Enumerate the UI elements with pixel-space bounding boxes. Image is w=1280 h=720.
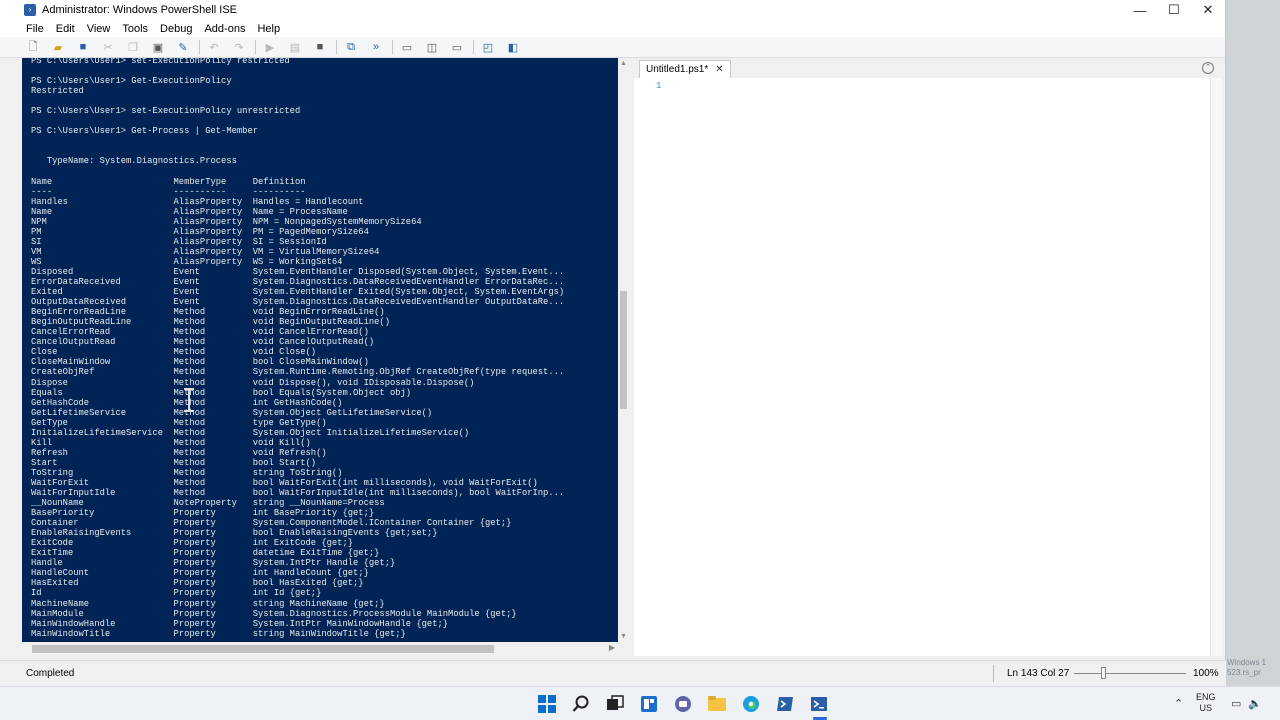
pane-top-icon[interactable]: ▭ xyxy=(398,39,416,55)
paste-icon[interactable]: ▣ xyxy=(149,39,167,55)
activation-watermark: Windows 1 523.rs_pr xyxy=(1227,658,1267,677)
console-horizontal-scrollbar[interactable]: ▶ xyxy=(22,642,618,656)
status-text: Completed xyxy=(26,668,75,679)
scroll-thumb[interactable] xyxy=(32,645,494,653)
open-icon[interactable]: ▰ xyxy=(49,39,67,55)
console-pane[interactable]: PS C:\Users\User1> set-ExecutionPolicy r… xyxy=(22,58,618,642)
menu-debug[interactable]: Debug xyxy=(154,23,198,35)
copy-icon[interactable]: ❐ xyxy=(124,39,142,55)
chat-icon[interactable] xyxy=(673,694,693,714)
powershell-icon[interactable]: » xyxy=(367,39,385,55)
scroll-right-icon[interactable]: ▶ xyxy=(609,643,615,652)
script-editor-pane[interactable]: Untitled1.ps1* ✕ ⌃ 1 xyxy=(634,58,1222,656)
toolbar: 🗋 ▰ ■ ✂ ❐ ▣ ✎ ↶ ↷ ▶ ▤ ■ ⧉ » ▭ ◫ ▭ ◰ ◧ xyxy=(0,37,1225,58)
maximize-button[interactable]: ☐ xyxy=(1157,0,1191,20)
console-vertical-scrollbar[interactable]: ▲ ▼ xyxy=(618,58,629,642)
minimize-button[interactable]: — xyxy=(1123,0,1157,20)
powershell-ise-icon[interactable] xyxy=(809,694,829,714)
scroll-up-icon[interactable]: ▲ xyxy=(620,60,627,67)
input-language[interactable]: ENG US xyxy=(1196,692,1216,714)
console-output[interactable]: PS C:\Users\User1> set-ExecutionPolicy r… xyxy=(31,58,564,639)
chevron-up-icon[interactable]: ⌃ xyxy=(1174,697,1183,710)
pane-max-icon[interactable]: ▭ xyxy=(448,39,466,55)
new-file-icon[interactable]: 🗋 xyxy=(24,39,42,55)
widgets-icon[interactable] xyxy=(639,694,659,714)
status-bar: Completed Ln 143 Col 27 100% xyxy=(0,660,1226,686)
run-icon[interactable]: ▶ xyxy=(261,39,279,55)
menu-edit[interactable]: Edit xyxy=(50,23,81,35)
undo-icon[interactable]: ↶ xyxy=(205,39,223,55)
menu-file[interactable]: File xyxy=(20,23,50,35)
menu-addons[interactable]: Add-ons xyxy=(198,23,251,35)
run-selection-icon[interactable]: ▤ xyxy=(286,39,304,55)
text-cursor-icon xyxy=(184,388,194,412)
redo-icon[interactable]: ↷ xyxy=(230,39,248,55)
line-number: 1 xyxy=(656,81,662,91)
edge-icon[interactable] xyxy=(741,694,761,714)
editor-tab-strip: Untitled1.ps1* ✕ ⌃ xyxy=(634,58,1222,78)
search-icon[interactable] xyxy=(571,694,591,714)
stop-icon[interactable]: ■ xyxy=(311,39,329,55)
network-icon[interactable]: ▭ xyxy=(1231,697,1241,710)
powershell-app-icon: › xyxy=(24,4,36,16)
file-explorer-icon[interactable] xyxy=(707,694,727,714)
show-commands-icon[interactable]: ◧ xyxy=(504,39,522,55)
cut-icon[interactable]: ✂ xyxy=(99,39,117,55)
close-button[interactable]: ✕ xyxy=(1191,0,1225,20)
scroll-thumb[interactable] xyxy=(620,291,627,409)
cursor-position: Ln 143 Col 27 xyxy=(1007,668,1070,679)
volume-icon[interactable]: 🔈 xyxy=(1248,697,1262,710)
menu-view[interactable]: View xyxy=(81,23,117,35)
windows-start-icon[interactable] xyxy=(537,694,557,714)
close-tab-icon[interactable]: ✕ xyxy=(715,64,723,75)
zoom-slider[interactable] xyxy=(1074,673,1186,674)
editor-scrollbar[interactable] xyxy=(1210,78,1222,656)
window-title: Administrator: Windows PowerShell ISE xyxy=(42,4,238,16)
menu-help[interactable]: Help xyxy=(251,23,286,35)
powershell-icon[interactable] xyxy=(775,694,795,714)
title-bar: › Administrator: Windows PowerShell ISE … xyxy=(0,0,1225,20)
taskbar: ⌃ ENG US ▭ 🔈 xyxy=(0,686,1280,720)
show-console-icon[interactable]: ◰ xyxy=(479,39,497,55)
pane-right-icon[interactable]: ◫ xyxy=(423,39,441,55)
task-view-icon[interactable] xyxy=(605,694,625,714)
tab-label: Untitled1.ps1* xyxy=(646,64,709,75)
menu-bar: File Edit View Tools Debug Add-ons Help xyxy=(0,20,1225,37)
remote-icon[interactable]: ⧉ xyxy=(342,39,360,55)
zoom-slider-thumb[interactable] xyxy=(1101,667,1106,679)
collapse-pane-icon[interactable]: ⌃ xyxy=(1202,62,1214,74)
zoom-level: 100% xyxy=(1193,668,1219,679)
menu-tools[interactable]: Tools xyxy=(116,23,154,35)
tab-untitled1[interactable]: Untitled1.ps1* ✕ xyxy=(639,60,731,78)
clear-icon[interactable]: ✎ xyxy=(174,39,192,55)
save-icon[interactable]: ■ xyxy=(74,39,92,55)
scroll-down-icon[interactable]: ▼ xyxy=(620,633,627,640)
